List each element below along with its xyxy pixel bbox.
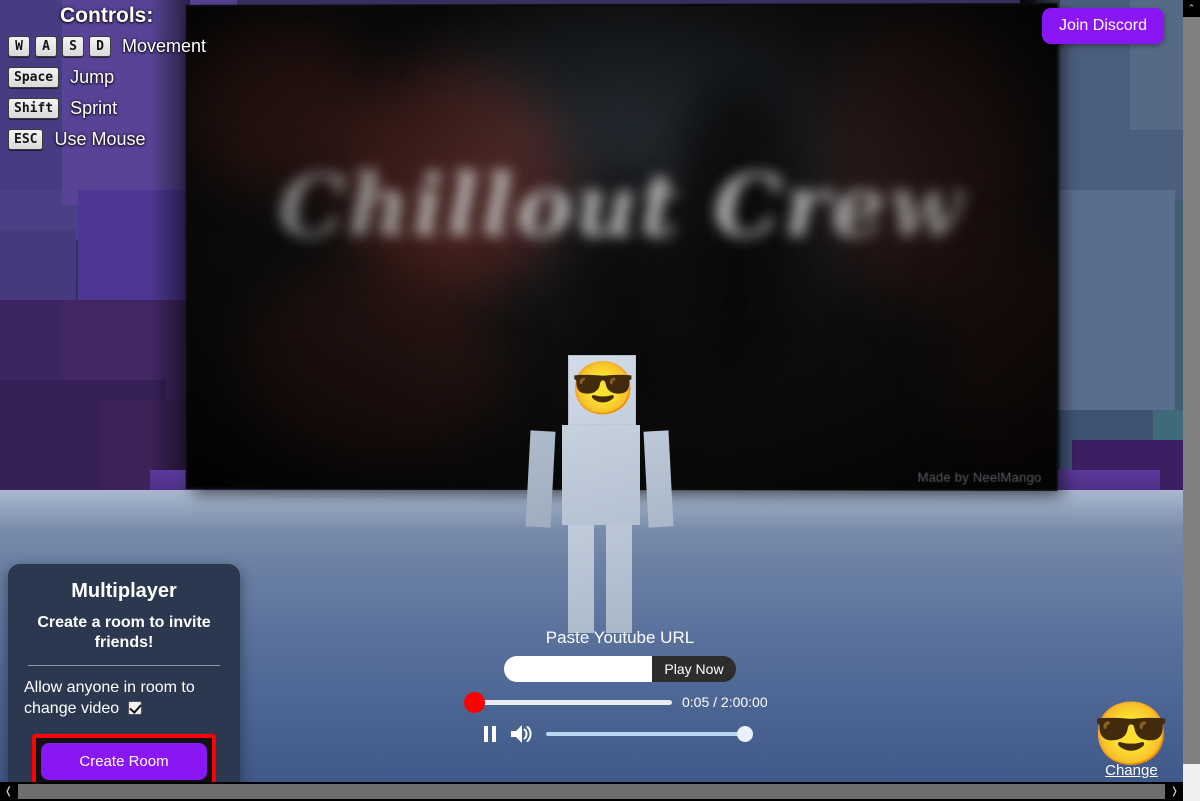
volume-on-icon: [511, 725, 532, 743]
volume-button[interactable]: [510, 724, 532, 744]
horizontal-scrollbar[interactable]: ❬ ❭: [0, 782, 1183, 801]
avatar-emoji-icon: 😎: [1092, 700, 1170, 769]
multiplayer-panel: Multiplayer Create a room to invite frie…: [8, 564, 240, 801]
control-row-movement: W A S D Movement: [8, 36, 206, 57]
key-esc: ESC: [8, 129, 44, 150]
vertical-scrollbar[interactable]: ⌃ ⌄: [1183, 0, 1200, 801]
key-a: A: [35, 36, 57, 57]
allow-change-video-row: Allow anyone in room to change video: [24, 678, 224, 720]
volume-thumb[interactable]: [737, 726, 753, 742]
join-discord-button[interactable]: Join Discord: [1041, 8, 1164, 44]
allow-change-video-checkbox[interactable]: [127, 700, 142, 715]
seek-thumb[interactable]: [464, 691, 485, 713]
time-display: 0:05 / 2:00:00: [682, 694, 768, 710]
controls-hud: Controls: W A S D Movement Space Jump Sh…: [8, 4, 206, 160]
controls-title: Controls:: [60, 4, 154, 27]
scroll-right-arrow-icon[interactable]: ❭: [1166, 782, 1183, 801]
horizontal-scroll-thumb[interactable]: [18, 784, 1165, 799]
watermark-text: Made by NeelMango: [917, 469, 1042, 485]
player-character: 😎: [520, 355, 700, 645]
key-w: W: [8, 36, 30, 57]
create-room-highlight: Create Room: [32, 733, 216, 789]
player-face-emoji: 😎: [570, 360, 636, 418]
youtube-url-input[interactable]: [504, 656, 653, 682]
seek-row: 0:05 / 2:00:00: [430, 691, 810, 713]
player-leg-right: [606, 523, 632, 633]
pause-icon: [484, 726, 496, 742]
video-player-controls: Paste Youtube URL Play Now 0:05 / 2:00:0…: [430, 628, 810, 744]
player-torso: [562, 425, 640, 525]
control-label-use-mouse: Use Mouse: [54, 129, 146, 149]
control-row-sprint: Shift Sprint: [8, 98, 206, 119]
paste-url-label: Paste Youtube URL: [545, 628, 695, 647]
vertical-scroll-thumb[interactable]: [1183, 17, 1200, 764]
control-label-movement: Movement: [122, 36, 207, 56]
key-s: S: [62, 36, 84, 57]
seek-bar[interactable]: [464, 691, 672, 713]
game-page: Chillout Crew Made by NeelMango 😎 Contro…: [0, 0, 1200, 801]
play-now-button[interactable]: Play Now: [652, 656, 736, 682]
player-arm-left: [525, 430, 556, 528]
divider: [28, 665, 220, 666]
key-space: Space: [8, 67, 60, 88]
scrollbar-corner: [1183, 782, 1200, 801]
multiplayer-subtitle: Create a room to invite friends!: [37, 614, 211, 651]
key-d: D: [89, 36, 111, 57]
key-shift: Shift: [8, 98, 60, 119]
scroll-left-arrow-icon[interactable]: ❬: [0, 782, 17, 801]
url-input-row: Play Now: [430, 656, 810, 682]
player-leg-left: [568, 523, 594, 633]
control-label-jump: Jump: [70, 67, 115, 87]
pause-button[interactable]: [484, 726, 496, 742]
volume-slider[interactable]: [546, 726, 753, 742]
control-label-sprint: Sprint: [70, 98, 118, 118]
allow-change-video-label: Allow anyone in room to change video: [24, 679, 195, 717]
control-row-use-mouse: ESC Use Mouse: [8, 129, 206, 150]
player-arm-right: [643, 430, 674, 528]
playback-row: [430, 724, 810, 744]
scroll-up-arrow-icon[interactable]: ⌃: [1183, 0, 1200, 17]
create-room-button[interactable]: Create Room: [41, 742, 207, 780]
multiplayer-title: Multiplayer: [71, 580, 177, 602]
avatar-change-widget: 😎 Change: [1092, 700, 1170, 780]
control-row-jump: Space Jump: [8, 67, 206, 88]
